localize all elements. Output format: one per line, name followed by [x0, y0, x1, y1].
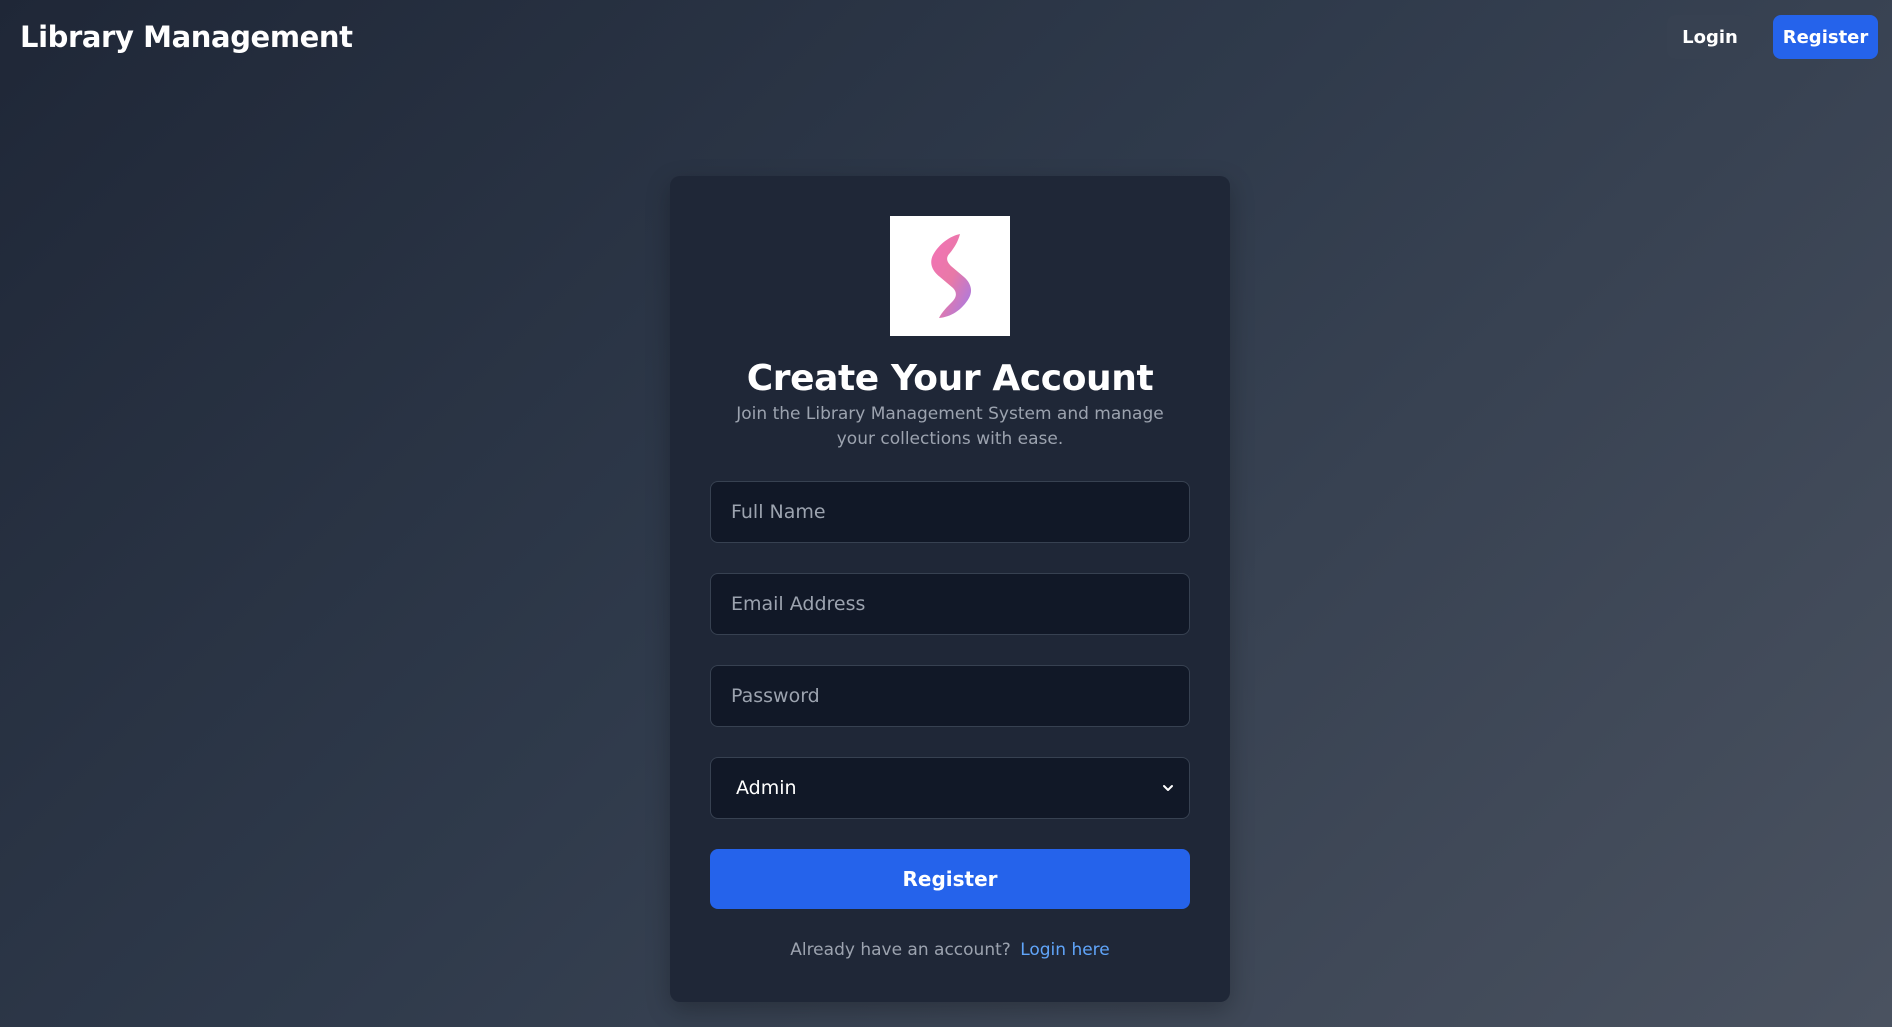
full-name-input[interactable] — [731, 482, 1169, 542]
nav-actions: Login Register — [1667, 15, 1878, 59]
login-prompt-text: Already have an account? — [790, 940, 1011, 960]
password-field[interactable] — [710, 665, 1190, 727]
login-button[interactable]: Login — [1667, 15, 1753, 59]
password-input[interactable] — [731, 666, 1169, 726]
register-submit-button[interactable]: Register — [710, 849, 1190, 909]
app-brand: Library Management — [20, 20, 353, 54]
registration-card: Create Your Account Join the Library Man… — [670, 176, 1230, 1002]
register-nav-button[interactable]: Register — [1773, 15, 1878, 59]
top-navbar: Library Management Login Register — [0, 0, 1892, 74]
page-subtitle: Join the Library Management System and m… — [736, 404, 1164, 449]
s-logo-icon — [890, 216, 1010, 336]
role-select[interactable]: Admin — [731, 758, 1169, 818]
email-input[interactable] — [731, 574, 1169, 634]
full-name-field[interactable] — [710, 481, 1190, 543]
role-select-wrapper[interactable]: Admin — [731, 758, 1173, 818]
email-field[interactable] — [710, 573, 1190, 635]
login-prompt: Already have an account? Login here — [670, 940, 1230, 960]
page-title: Create Your Account — [746, 358, 1154, 399]
role-field[interactable]: Admin — [710, 757, 1190, 819]
login-here-link[interactable]: Login here — [1020, 940, 1110, 960]
